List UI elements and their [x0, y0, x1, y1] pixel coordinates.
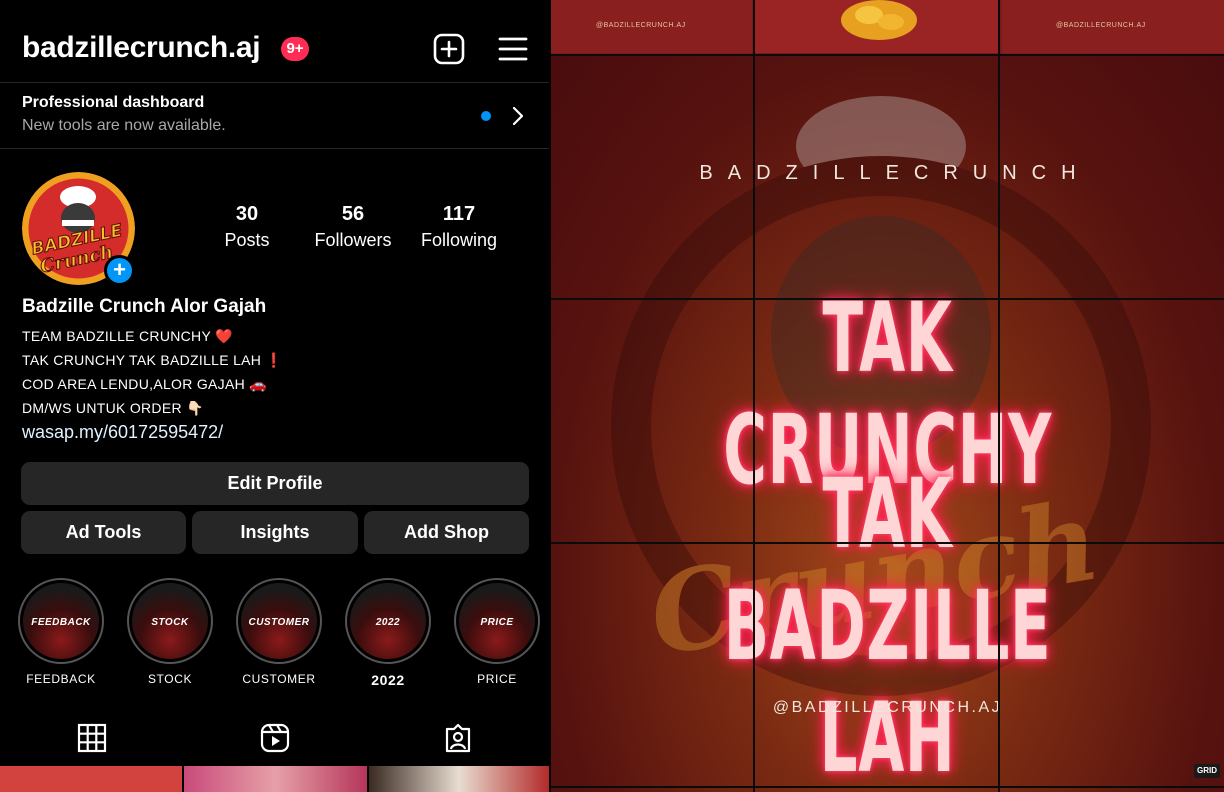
- tagged-icon[interactable]: [443, 723, 473, 753]
- headline-line-2: TAK BADZILLE LAH: [723, 458, 1052, 792]
- bio-line: COD AREA LENDU,ALOR GAJAH 🚗: [22, 376, 267, 392]
- profile-bio: Badzille Crunch Alor Gajah TEAM BADZILLE…: [22, 296, 532, 443]
- top-post-strip: @BADZILLECRUNCH.AJ @BADZILLECRUNCH.AJ: [551, 0, 1224, 56]
- grid-post-thumbnail[interactable]: [0, 766, 182, 792]
- post-preview-panel: @BADZILLECRUNCH.AJ @BADZILLECRUNCH.AJ Cr…: [551, 0, 1224, 792]
- highlight-ring: STOCK: [127, 578, 213, 664]
- grid-guide-line: [998, 0, 1000, 792]
- stat-label: Posts: [224, 230, 270, 250]
- highlight-2022[interactable]: 2022 2022: [345, 578, 431, 688]
- display-name: Badzille Crunch Alor Gajah: [22, 296, 267, 317]
- grid-badge: GRID: [1194, 764, 1220, 778]
- chevron-right-icon[interactable]: [508, 105, 528, 127]
- ad-tools-button[interactable]: Ad Tools: [21, 511, 186, 554]
- post-grid-preview: [0, 766, 549, 792]
- instagram-profile-panel: badzillecrunch.aj 9+ Professional dashbo…: [0, 0, 549, 792]
- post-handle: @BADZILLECRUNCH.AJ: [772, 699, 1003, 716]
- grid-guide-line: [551, 54, 1224, 56]
- bio-line: DM/WS UNTUK ORDER 👇🏻: [22, 400, 204, 416]
- highlight-cover-text: STOCK: [151, 617, 189, 628]
- brand-text: BADZILLECRUNCH: [699, 162, 1091, 184]
- highlight-cover-text: FEEDBACK: [31, 617, 91, 628]
- watermark-text: @BADZILLECRUNCH.AJ: [1056, 22, 1146, 29]
- bio-link[interactable]: wasap.my/60172595472/: [22, 422, 532, 443]
- stat-label: Following: [420, 230, 498, 250]
- highlight-label: STOCK: [147, 672, 193, 686]
- dashboard-title: Professional dashboard: [22, 94, 205, 111]
- grid-post-thumbnail[interactable]: [184, 766, 367, 792]
- highlight-label: FEEDBACK: [26, 672, 96, 686]
- professional-dashboard-row[interactable]: Professional dashboard New tools are now…: [0, 82, 549, 149]
- profile-tabs: [0, 716, 549, 764]
- highlight-ring: PRICE: [454, 578, 540, 664]
- food-image-icon: [841, 0, 917, 40]
- stat-following[interactable]: 117 Following: [409, 203, 509, 251]
- profile-username[interactable]: badzillecrunch.aj: [22, 31, 261, 65]
- bio-line: TAK CRUNCHY TAK BADZILLE LAH ❗: [22, 352, 284, 368]
- highlight-stock[interactable]: STOCK STOCK: [127, 578, 213, 686]
- bio-line: TEAM BADZILLE CRUNCHY ❤️: [22, 328, 233, 344]
- highlight-ring: CUSTOMER: [236, 578, 322, 664]
- stat-followers[interactable]: 56 Followers: [303, 203, 403, 251]
- grid-guide-line: [551, 786, 1224, 788]
- highlight-feedback[interactable]: FEEDBACK FEEDBACK: [18, 578, 104, 686]
- create-post-icon[interactable]: [433, 33, 465, 65]
- stat-number: 30: [235, 203, 259, 225]
- strip-post: @BADZILLECRUNCH.AJ: [1002, 0, 1224, 53]
- top-bar: badzillecrunch.aj 9+: [0, 0, 549, 82]
- grid-icon[interactable]: [77, 723, 107, 753]
- stat-number: 117: [442, 203, 476, 225]
- highlight-price[interactable]: PRICE PRICE: [454, 578, 540, 686]
- highlight-customer[interactable]: CUSTOMER CUSTOMER: [236, 578, 322, 686]
- edit-profile-button[interactable]: Edit Profile: [21, 462, 529, 505]
- grid-guide-line: [753, 0, 755, 792]
- strip-post: @BADZILLECRUNCH.AJ: [551, 0, 752, 53]
- strip-post: [755, 0, 999, 53]
- grid-guide-line: [551, 298, 1224, 300]
- highlight-cover-text: PRICE: [480, 617, 514, 628]
- highlight-ring: FEEDBACK: [18, 578, 104, 664]
- new-indicator-dot: [481, 111, 491, 121]
- watermark-text: @BADZILLECRUNCH.AJ: [596, 22, 686, 29]
- grid-guide-line: [551, 542, 1224, 544]
- stat-posts[interactable]: 30 Posts: [197, 203, 297, 251]
- highlight-label: CUSTOMER: [242, 672, 316, 686]
- grid-post-thumbnail[interactable]: [369, 766, 549, 792]
- highlight-cover-text: 2022: [375, 617, 401, 628]
- highlight-ring: 2022: [345, 578, 431, 664]
- highlight-label: PRICE: [477, 672, 517, 686]
- insights-button[interactable]: Insights: [192, 511, 358, 554]
- menu-icon[interactable]: [498, 35, 528, 63]
- add-shop-button[interactable]: Add Shop: [364, 511, 529, 554]
- highlight-cover-text: CUSTOMER: [248, 617, 310, 628]
- highlight-label: 2022: [371, 672, 405, 688]
- add-story-button[interactable]: +: [104, 255, 135, 286]
- stat-number: 56: [341, 203, 365, 225]
- notification-badge[interactable]: 9+: [281, 37, 309, 61]
- dashboard-subtitle: New tools are now available.: [22, 117, 226, 134]
- reels-icon[interactable]: [260, 723, 290, 753]
- stat-label: Followers: [314, 230, 392, 250]
